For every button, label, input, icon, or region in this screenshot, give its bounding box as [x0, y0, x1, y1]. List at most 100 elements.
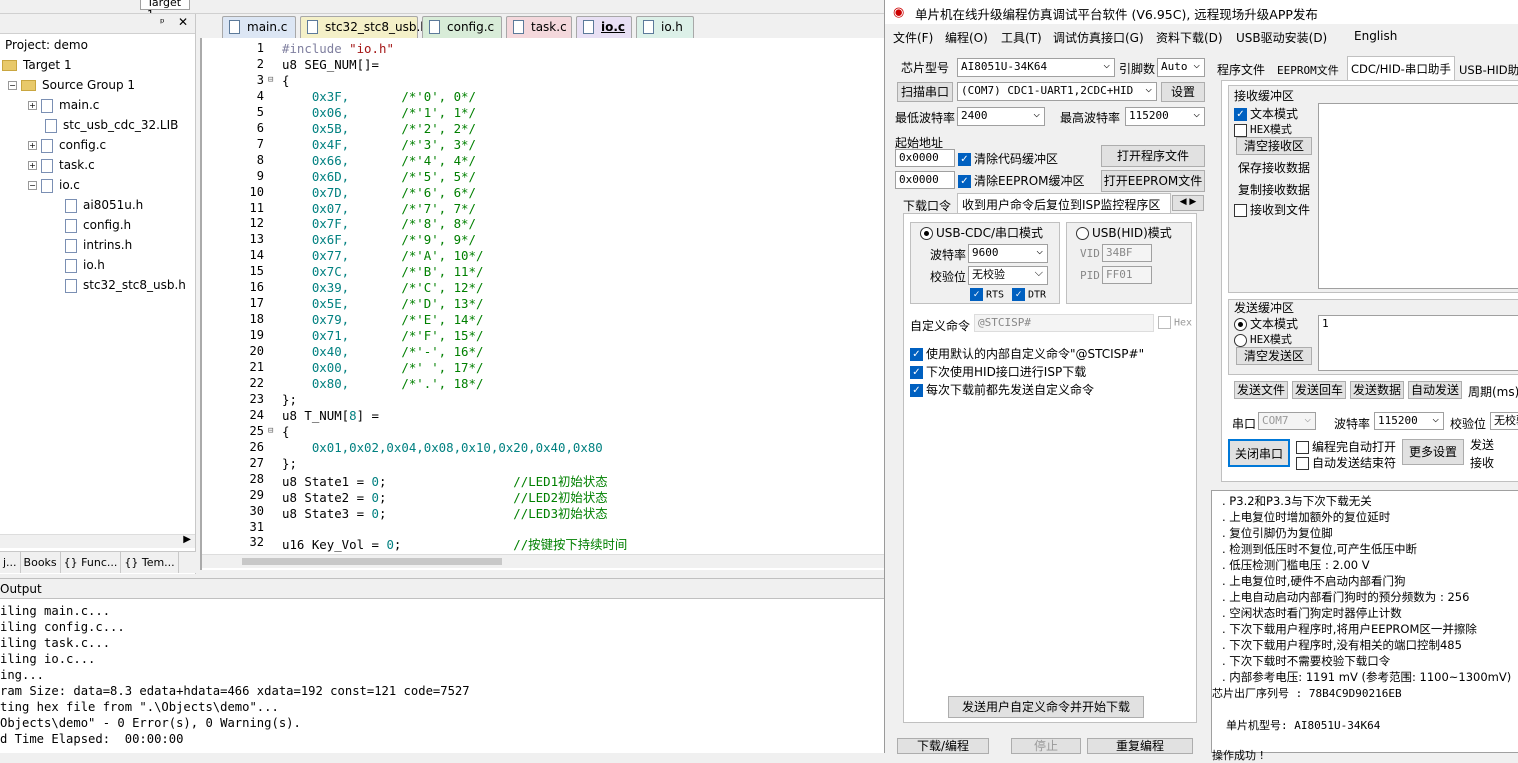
target-select[interactable]: Target 1 [140, 0, 190, 13]
tree-header-io[interactable]: io.h [65, 255, 105, 275]
recv-to-file[interactable]: 接收到文件 [1234, 201, 1310, 218]
code-line[interactable]: 0x39, /*'C', 12*/ [282, 280, 484, 295]
code-line[interactable]: 0x5B, /*'2', 2*/ [282, 121, 476, 136]
scan-port-button[interactable]: 扫描串口 [897, 82, 953, 102]
code-line[interactable]: u8 SEG_NUM[]= [282, 57, 379, 72]
opt-default-cmd[interactable]: ✓ 使用默认的内部自定义命令"@STCISP#" [910, 345, 1144, 362]
port-value-select[interactable]: COM7 [1258, 412, 1316, 430]
code-line[interactable]: { [282, 73, 289, 88]
code-line[interactable]: #include "io.h" [282, 41, 394, 56]
tab-templates[interactable]: {} Tem... [121, 552, 179, 573]
tab-task-c[interactable]: task.c [506, 16, 572, 38]
clear-code-checkbox[interactable]: ✓ 清除代码缓冲区 [958, 150, 1058, 167]
code-line[interactable]: 0x3F, /*'0', 0*/ [282, 89, 476, 104]
menu-debug[interactable]: 调试仿真接口(G) [1053, 29, 1144, 46]
send-buffer[interactable]: 1 [1318, 315, 1518, 371]
open-program-button[interactable]: 打开程序文件 [1101, 145, 1205, 167]
code-line[interactable]: 0x4F, /*'3', 3*/ [282, 137, 476, 152]
code-line[interactable]: 0x79, /*'E', 14*/ [282, 312, 484, 327]
menu-download[interactable]: 资料下载(D) [1156, 29, 1223, 46]
tab-books[interactable]: Books [21, 552, 61, 573]
code-line[interactable]: 0x5E, /*'D', 13*/ [282, 296, 484, 311]
usb-hid-radio[interactable]: USB(HID)模式 [1076, 224, 1172, 241]
settings-button[interactable]: 设置 [1161, 82, 1205, 102]
code-line[interactable]: 0x07, /*'7', 7*/ [282, 201, 476, 216]
tab-project[interactable]: j... [0, 552, 21, 573]
tab-functions[interactable]: {} Func... [61, 552, 122, 573]
open-eeprom-button[interactable]: 打开EEPROM文件 [1101, 170, 1205, 192]
tab-usb-h[interactable]: stc32_stc8_usb.h [300, 16, 428, 38]
tree-source-group[interactable]: − Source Group 1 [8, 75, 135, 95]
close-icon[interactable]: ✕ [178, 15, 188, 29]
menu-english[interactable]: English [1354, 29, 1397, 43]
repeat-program-button[interactable]: 重复编程 [1087, 738, 1193, 754]
horizontal-scrollbar[interactable]: ▶ [0, 534, 195, 548]
collapse-icon[interactable]: − [8, 81, 17, 90]
download-program-button[interactable]: 下载/编程 [897, 738, 989, 754]
send-enter-button[interactable]: 发送回车 [1292, 381, 1346, 399]
code-line[interactable]: }; [282, 456, 297, 471]
send-data-button[interactable]: 发送数据 [1350, 381, 1404, 399]
code-line[interactable]: u8 State3 = 0; //LED3初始状态 [282, 504, 608, 522]
code-line[interactable]: 0x77, /*'A', 10*/ [282, 248, 484, 263]
recv-text-mode[interactable]: ✓ 文本模式 [1234, 105, 1298, 122]
copy-recv-button[interactable]: 复制接收数据 [1236, 181, 1312, 199]
tree-file-main[interactable]: + main.c [28, 95, 99, 115]
menu-usb-driver[interactable]: USB驱动安装(D) [1236, 29, 1327, 46]
baud2-select[interactable]: 115200 [1374, 412, 1444, 430]
tree-header-config[interactable]: config.h [65, 215, 131, 235]
fold-icon[interactable]: ⊟ [268, 426, 273, 436]
tree-header-intrins[interactable]: intrins.h [65, 235, 132, 255]
code-line[interactable]: 0x6F, /*'9', 9*/ [282, 232, 476, 247]
send-custom-download-button[interactable]: 发送用户自定义命令并开始下载 [948, 696, 1144, 718]
min-baud-select[interactable]: 2400 [957, 107, 1045, 126]
rtab-usb-hid[interactable]: USB-HID助手 [1459, 62, 1518, 78]
code-line[interactable]: 0x6D, /*'5', 5*/ [282, 169, 476, 184]
fold-icon[interactable]: ⊟ [268, 75, 273, 85]
addr-eeprom-input[interactable]: 0x0000 [895, 171, 955, 189]
baud-select[interactable]: 9600 [968, 244, 1048, 263]
tree-file-lib[interactable]: stc_usb_cdc_32.LIB [45, 115, 178, 135]
clear-recv-button[interactable]: 清空接收区 [1236, 137, 1312, 155]
tab-io-h[interactable]: io.h [636, 16, 694, 38]
code-line[interactable]: }; [282, 392, 297, 407]
collapse-icon[interactable]: − [28, 181, 37, 190]
opt-send-before[interactable]: ✓ 每次下载前都先发送自定义命令 [910, 381, 1094, 398]
send-file-button[interactable]: 发送文件 [1234, 381, 1288, 399]
auto-send-end-checkbox[interactable]: 自动发送结束符 [1296, 454, 1396, 471]
rtab-eeprom-file[interactable]: EEPROM文件 [1277, 62, 1339, 78]
tree-file-io[interactable]: − io.c [28, 175, 80, 195]
pin-select[interactable]: Auto [1157, 58, 1205, 77]
auto-open-checkbox[interactable]: 编程完自动打开 [1296, 438, 1396, 455]
save-recv-button[interactable]: 保存接收数据 [1236, 159, 1312, 177]
tree-file-config[interactable]: + config.c [28, 135, 106, 155]
recv-hex-mode[interactable]: HEX模式 [1234, 121, 1292, 137]
port-select[interactable]: (COM7) CDC1-UART1,2CDC+HID [957, 82, 1157, 101]
expand-icon[interactable]: + [28, 161, 37, 170]
parity-select[interactable]: 无校验 [968, 266, 1048, 285]
dtr-checkbox[interactable]: ✓ DTR [1012, 288, 1046, 301]
menu-file[interactable]: 文件(F) [893, 29, 933, 46]
expand-icon[interactable]: + [28, 101, 37, 110]
expand-icon[interactable]: + [28, 141, 37, 150]
parity2-select[interactable]: 无校验 [1490, 412, 1518, 430]
send-text-mode[interactable]: 文本模式 [1234, 315, 1298, 332]
code-line[interactable]: 0x80, /*'.', 18*/ [282, 376, 484, 391]
clear-eeprom-checkbox[interactable]: ✓ 清除EEPROM缓冲区 [958, 172, 1085, 189]
tree-file-task[interactable]: + task.c [28, 155, 95, 175]
tab-scroll-arrows[interactable]: ◀ ▶ [1172, 195, 1204, 211]
clear-send-button[interactable]: 清空发送区 [1236, 347, 1312, 365]
tab-main-c[interactable]: main.c [222, 16, 296, 38]
max-baud-select[interactable]: 115200 [1125, 107, 1205, 126]
addr-code-input[interactable]: 0x0000 [895, 149, 955, 167]
code-line[interactable]: u16 Key_Vol = 0; //按键按下持续时间 [282, 535, 627, 553]
tab-io-c[interactable]: io.c [576, 16, 632, 38]
code-line[interactable]: 0x01,0x02,0x04,0x08,0x10,0x20,0x40,0x80 [282, 440, 603, 455]
menu-tools[interactable]: 工具(T) [1001, 29, 1042, 46]
tab-download-password[interactable]: 下载口令 [903, 197, 951, 214]
code-line[interactable]: { [282, 424, 289, 439]
tab-isp-reset[interactable]: 收到用户命令后复位到ISP监控程序区 [957, 193, 1171, 213]
code-line[interactable]: 0x7C, /*'B', 11*/ [282, 264, 484, 279]
pin-icon[interactable]: ᵖ [160, 16, 165, 29]
code-line[interactable]: 0x06, /*'1', 1*/ [282, 105, 476, 120]
